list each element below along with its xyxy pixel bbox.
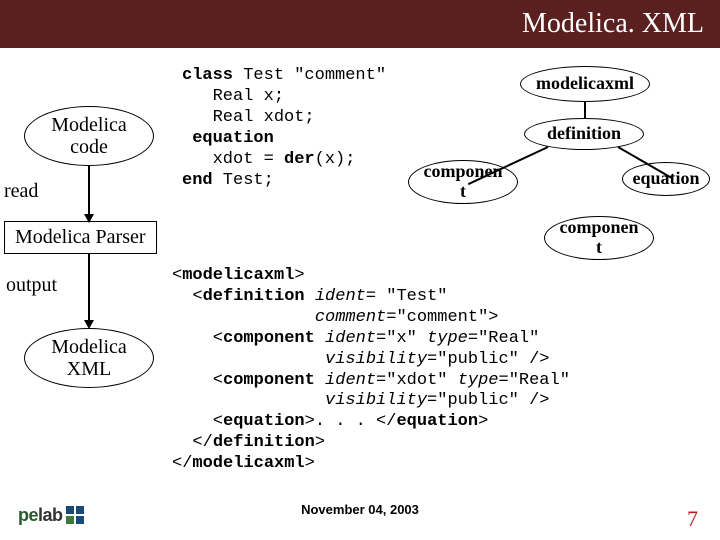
logo-squares-icon	[66, 506, 84, 524]
tree-root: modelicaxml	[520, 66, 650, 102]
slide-title: Modelica. XML	[0, 0, 720, 48]
tree-definition: definition	[524, 118, 644, 150]
code-modelica: class Test "comment" Real x; Real xdot; …	[182, 66, 386, 191]
node-modelica-xml: Modelica XML	[24, 328, 154, 388]
arrow-code-to-parser	[88, 166, 90, 216]
node-modelica-parser: Modelica Parser	[4, 221, 157, 254]
label-read: read	[4, 180, 38, 203]
pelab-logo: pelab	[18, 505, 84, 526]
node-modelica-code: Modelica code	[24, 106, 154, 166]
footer-date: November 04, 2003	[301, 502, 419, 517]
tree-equation: equation	[622, 162, 710, 196]
arrow-parser-to-xml	[88, 254, 90, 322]
tree-component-lower: componen t	[544, 216, 654, 260]
footer: pelab November 04, 2003 7	[0, 502, 720, 528]
slide-content: Modelica code read Modelica Parser outpu…	[0, 48, 720, 508]
tree-line-root-def	[584, 102, 586, 118]
label-output: output	[6, 274, 57, 297]
page-number: 7	[687, 506, 698, 532]
code-xml: <modelicaxml> <definition ident= "Test" …	[172, 266, 570, 475]
